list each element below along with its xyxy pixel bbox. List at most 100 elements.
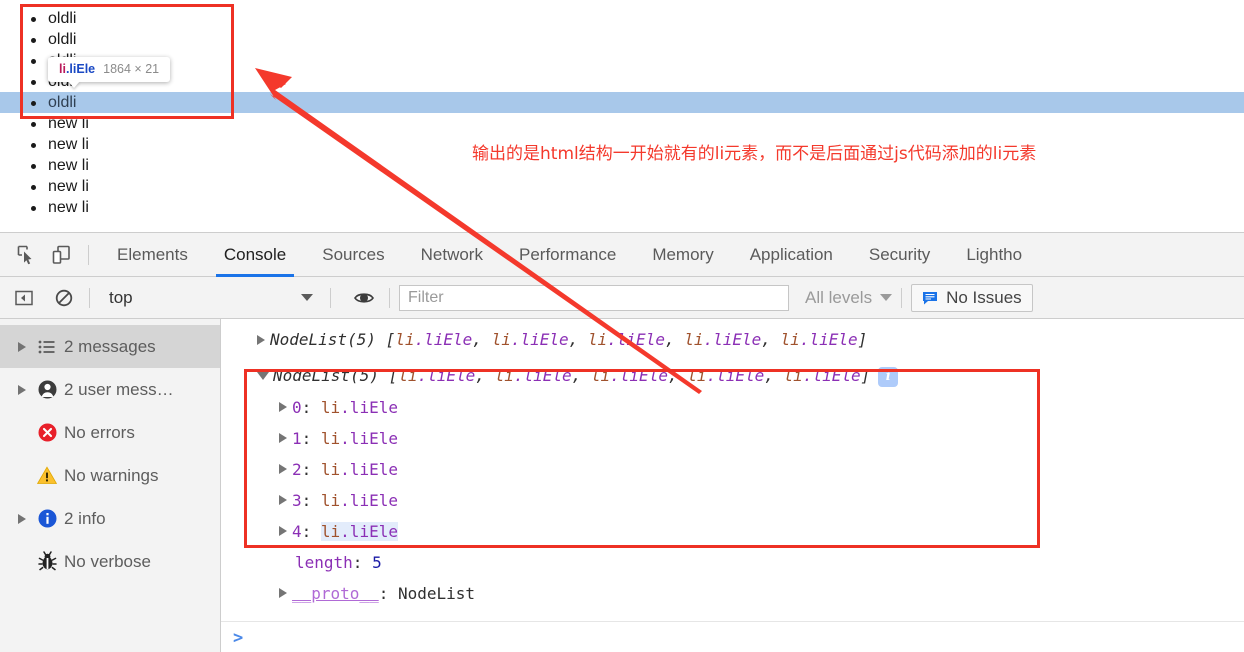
tooltip-class-name: .liEle: [65, 62, 96, 76]
filterbar-divider-3: [389, 287, 390, 308]
sidebar-item-no-errors[interactable]: No errors: [0, 411, 220, 454]
node-class: .liEle: [802, 366, 861, 385]
node-tag: li: [687, 366, 707, 385]
expand-triangle-icon[interactable]: [14, 341, 30, 352]
expand-triangle-icon[interactable]: [279, 433, 287, 443]
tab-application[interactable]: Application: [732, 233, 851, 277]
separator: ,: [568, 330, 588, 349]
expand-triangle-icon[interactable]: [14, 384, 30, 395]
tab-console[interactable]: Console: [206, 233, 304, 277]
clear-console-icon[interactable]: [48, 284, 80, 312]
collapse-triangle-icon[interactable]: [257, 372, 269, 380]
open-bracket: [: [378, 366, 399, 385]
user-icon: [30, 379, 64, 400]
chevron-down-icon: [301, 294, 313, 301]
issues-message-icon: [923, 291, 938, 304]
sidebar-item-label: No verbose: [64, 551, 151, 571]
list-item-label: new li: [48, 136, 89, 153]
inspect-element-icon[interactable]: [10, 240, 44, 270]
device-toolbar-icon[interactable]: [44, 240, 78, 270]
sidebar-item-no-warnings[interactable]: No warnings: [0, 454, 220, 497]
expand-triangle-icon[interactable]: [279, 526, 287, 536]
log-levels-selector[interactable]: All levels: [805, 287, 893, 308]
node-class: .liEle: [340, 397, 398, 417]
dom-hover-tooltip: li.liEle 1864 × 21: [48, 57, 171, 82]
node-tag: li: [780, 330, 800, 349]
list-item-label: oldli: [48, 10, 77, 27]
nodelist-child-row[interactable]: 3: li.liEle: [221, 485, 1244, 516]
nodelist-length-row: length: 5: [295, 552, 382, 572]
issues-button[interactable]: No Issues: [911, 283, 1033, 312]
list-item[interactable]: oldli: [0, 50, 1244, 71]
error-icon: [30, 422, 64, 443]
expand-triangle-icon[interactable]: [279, 495, 287, 505]
node-tag: li: [783, 366, 803, 385]
console-message-collapsed[interactable]: NodeList(5) [li.liEle, li.liEle, li.liEl…: [221, 324, 1244, 355]
sidebar-item-label: No errors: [64, 422, 135, 442]
nodelist-proto-row[interactable]: __proto__: NodeList: [221, 578, 1244, 609]
node-tag: li: [320, 490, 341, 510]
list-item[interactable]: oldli: [0, 8, 1244, 29]
nodelist-label: NodeList(5): [270, 330, 376, 349]
sidebar-item-no-verbose[interactable]: No verbose: [0, 540, 220, 583]
expand-triangle-icon[interactable]: [279, 402, 287, 412]
list-item[interactable]: oldli: [0, 92, 1244, 113]
node-tag: li: [398, 366, 418, 385]
list-item[interactable]: new li: [0, 176, 1244, 197]
tab-network[interactable]: Network: [403, 233, 501, 277]
node-class: .liEle: [417, 366, 476, 385]
execution-context-selector[interactable]: top: [99, 285, 321, 311]
expand-triangle-icon[interactable]: [279, 464, 287, 474]
node-tag: li: [320, 397, 341, 417]
tab-list: Elements Console Sources Network Performance…: [99, 233, 1040, 277]
expand-triangle-icon[interactable]: [279, 588, 287, 598]
separator: ,: [475, 366, 495, 385]
live-expression-icon[interactable]: [348, 284, 380, 312]
child-index: 1: [292, 428, 302, 448]
node-class: .liEle: [340, 428, 398, 448]
log-levels-label: All levels: [805, 287, 873, 307]
proto-key: __proto__: [292, 583, 379, 603]
node-tag: li: [395, 330, 415, 349]
console-filter-toolbar: top All levels N: [0, 277, 1244, 319]
console-message-expanded[interactable]: NodeList(5) [li.liEle, li.liEle, li.liEl…: [221, 360, 1244, 392]
node-class: .liEle: [607, 330, 665, 349]
node-tag: li: [684, 330, 704, 349]
filterbar-divider-2: [330, 287, 331, 308]
tab-performance[interactable]: Performance: [501, 233, 634, 277]
nodelist-child-row[interactable]: 1: li.liEle: [221, 423, 1244, 454]
info-icon[interactable]: i: [878, 366, 899, 387]
show-console-sidebar-icon[interactable]: [8, 284, 40, 312]
tab-sources[interactable]: Sources: [304, 233, 402, 277]
expand-triangle-icon[interactable]: [257, 334, 265, 345]
list-item[interactable]: new li: [0, 113, 1244, 134]
filter-input[interactable]: [399, 284, 789, 311]
node-class: .liEle: [340, 459, 398, 479]
child-index: 3: [292, 490, 302, 510]
node-class: .liEle: [610, 366, 668, 385]
issues-label: No Issues: [946, 287, 1022, 307]
list-item[interactable]: oldli: [0, 29, 1244, 50]
web-page-viewport: oldlioldlioldlioldlioldlinew linew linew…: [0, 0, 1244, 232]
nodelist-child-row[interactable]: 0: li.liEle: [221, 392, 1244, 423]
tab-lightho[interactable]: Lightho: [948, 233, 1040, 277]
console-prompt[interactable]: >: [221, 621, 1244, 652]
child-index: 2: [292, 459, 302, 479]
separator: ,: [571, 366, 591, 385]
tab-memory[interactable]: Memory: [634, 233, 731, 277]
expand-triangle-icon[interactable]: [14, 513, 30, 524]
length-value: 5: [372, 552, 382, 572]
tab-elements[interactable]: Elements: [99, 233, 206, 277]
nodelist-child-row[interactable]: 2: li.liEle: [221, 454, 1244, 485]
list-item[interactable]: oldli: [0, 71, 1244, 92]
nodelist-label: NodeList(5): [273, 366, 379, 385]
sidebar-item-2-info[interactable]: 2 info: [0, 497, 220, 540]
sidebar-item-2-messages[interactable]: 2 messages: [0, 325, 220, 368]
toolbar-divider: [88, 244, 89, 265]
execution-context-value: top: [109, 287, 133, 307]
list-item[interactable]: new li: [0, 197, 1244, 218]
nodelist-child-row[interactable]: 4: li.liEle: [221, 516, 1244, 547]
tab-security[interactable]: Security: [851, 233, 948, 277]
sidebar-item-2-user-mess[interactable]: 2 user mess…: [0, 368, 220, 411]
filterbar-divider-4: [901, 287, 903, 308]
